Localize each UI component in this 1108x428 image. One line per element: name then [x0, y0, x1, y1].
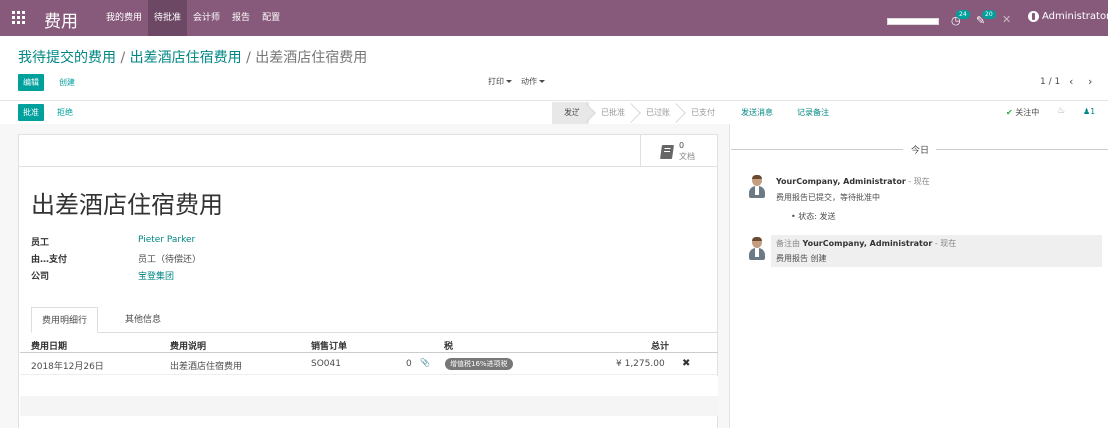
employee-label: 员工: [31, 238, 50, 248]
company-label: 公司: [31, 272, 50, 282]
user-name: Administrator: [1042, 11, 1108, 22]
messages-count-badge: 20: [982, 10, 996, 19]
menu-to-approve[interactable]: 待批准: [148, 0, 188, 36]
breadcrumb: 我待提交的费用 / 出差酒店住宿费用 / 出差酒店住宿费用: [18, 47, 367, 67]
user-avatar-icon: [1028, 11, 1039, 22]
print-dropdown[interactable]: 打印: [488, 76, 512, 87]
create-button[interactable]: 创建: [59, 74, 75, 91]
table-header: 费用日期 费用说明 销售订单 税 总计: [20, 335, 718, 353]
bell-icon[interactable]: ♨: [1057, 106, 1065, 116]
author-avatar[interactable]: [748, 237, 766, 261]
following-button[interactable]: ✔ 关注中: [1006, 107, 1039, 118]
empty-row: [20, 396, 718, 416]
column-header-tax[interactable]: 税: [444, 339, 453, 352]
date-separator: 今日: [731, 143, 1108, 156]
print-label: 打印: [488, 77, 504, 86]
send-message-button[interactable]: 发送消息: [741, 107, 773, 118]
paid-by-label: 由…支付: [31, 255, 68, 265]
report-title: 出差酒店住宿费用: [31, 191, 223, 219]
cell-attachment-count: 0: [406, 359, 412, 369]
message-body: 费用报告 创建: [776, 254, 827, 263]
documents-label: 文档: [679, 152, 695, 161]
documents-button[interactable]: 0 文档: [640, 135, 717, 166]
edit-button[interactable]: 编辑: [18, 74, 44, 91]
table-row[interactable]: 2018年12月26日 出差酒店住宿费用 SO041 0 📎 增值税16%进项税…: [20, 355, 718, 375]
menu-configuration[interactable]: 配置: [256, 0, 286, 36]
followers-count: 1: [1090, 107, 1096, 116]
message-author[interactable]: YourCompany, Administrator: [803, 239, 933, 248]
message-header: YourCompany, Administrator - 现在: [776, 177, 930, 186]
app-brand: 费用: [44, 12, 78, 32]
pager-value[interactable]: 1 / 1: [1040, 77, 1060, 87]
refuse-button[interactable]: 拒绝: [57, 104, 73, 121]
message-body: 费用报告已提交，等待批准中: [776, 193, 880, 202]
stage-submitted[interactable]: 发送: [552, 102, 589, 124]
employee-value[interactable]: Pieter Parker: [138, 235, 195, 245]
form-tabs: 费用明细行 其他信息: [31, 307, 717, 333]
breadcrumb-item-my-expenses[interactable]: 我待提交的费用: [18, 50, 116, 66]
empty-row: [20, 376, 718, 396]
onboarding-progress[interactable]: [887, 18, 939, 25]
action-dropdown[interactable]: 动作: [521, 76, 545, 87]
activity-count-badge: 24: [956, 10, 970, 19]
delete-line-icon[interactable]: ✖: [682, 358, 690, 369]
paperclip-icon[interactable]: 📎: [420, 358, 430, 367]
form-sheet: 0 文档 出差酒店住宿费用 员工 Pieter Parker 由…支付 员工（待…: [18, 134, 718, 428]
cell-date: 2018年12月26日: [31, 362, 104, 372]
message-time: 现在: [940, 239, 957, 248]
close-icon[interactable]: ✕: [1002, 13, 1011, 26]
check-icon: ✔: [1006, 108, 1013, 117]
main-menu: 我的费用 待批准 会计师 报告 配置: [100, 0, 286, 36]
action-label: 动作: [521, 77, 537, 86]
menu-reports[interactable]: 报告: [226, 0, 256, 36]
caret-down-icon: [539, 80, 545, 83]
status-stages: 发送 已批准 已过账 已支付: [552, 102, 724, 124]
tab-other-info[interactable]: 其他信息: [115, 307, 171, 333]
menu-accountant[interactable]: 会计师: [187, 0, 226, 36]
paid-by-value: 员工（待偿还）: [138, 255, 202, 265]
chatter-panel: 发送消息 记录备注 ✔ 关注中 ♨ ♟1 今日 YourCompany, Adm…: [731, 101, 1108, 428]
message-tracking: • 状态: 发送: [791, 212, 836, 221]
following-label: 关注中: [1015, 108, 1040, 117]
cell-sale-order: SO041: [311, 359, 341, 369]
breadcrumb-separator: /: [246, 50, 251, 66]
user-menu[interactable]: Administrator: [1028, 11, 1108, 22]
menu-my-expenses[interactable]: 我的费用: [100, 0, 148, 36]
breadcrumb-separator: /: [120, 50, 126, 66]
breadcrumb-current: 出差酒店住宿费用: [255, 50, 368, 66]
column-header-date[interactable]: 费用日期: [31, 339, 67, 352]
message-time: 现在: [913, 177, 930, 186]
pager-next-button[interactable]: ›: [1088, 75, 1092, 88]
cell-total: ¥ 1,275.00: [616, 359, 665, 369]
log-note-button[interactable]: 记录备注: [797, 107, 829, 118]
tracking-value: 状态: 发送: [798, 212, 836, 221]
top-navbar: 费用 我的费用 待批准 会计师 报告 配置 ◷ 24 ✎ 20 ✕ Admini…: [0, 0, 1108, 36]
message-header: 备注由 YourCompany, Administrator - 现在: [776, 239, 957, 248]
column-header-sale-order[interactable]: 销售订单: [311, 339, 347, 352]
company-value[interactable]: 宝登集团: [138, 269, 174, 282]
column-header-total[interactable]: 总计: [651, 339, 669, 352]
breadcrumb-item-report[interactable]: 出差酒店住宿费用: [130, 50, 242, 66]
tab-expense-lines[interactable]: 费用明细行: [31, 307, 99, 333]
date-label: 今日: [911, 146, 930, 156]
author-avatar[interactable]: [748, 175, 766, 199]
column-header-description[interactable]: 费用说明: [170, 339, 206, 352]
tax-tag: 增值税16%进项税: [445, 358, 513, 370]
message-author[interactable]: YourCompany, Administrator: [776, 177, 906, 186]
documents-count: 0: [679, 141, 685, 150]
book-icon: [660, 145, 674, 159]
note-prefix: 备注由: [776, 239, 803, 248]
app-grid-icon[interactable]: [12, 11, 25, 24]
pager-previous-button[interactable]: ‹: [1069, 75, 1073, 88]
followers-button[interactable]: ♟1: [1083, 107, 1095, 116]
caret-down-icon: [506, 80, 512, 83]
button-box: 0 文档: [19, 135, 717, 167]
approve-button[interactable]: 批准: [18, 104, 44, 121]
cell-description: 出差酒店住宿费用: [170, 362, 243, 372]
